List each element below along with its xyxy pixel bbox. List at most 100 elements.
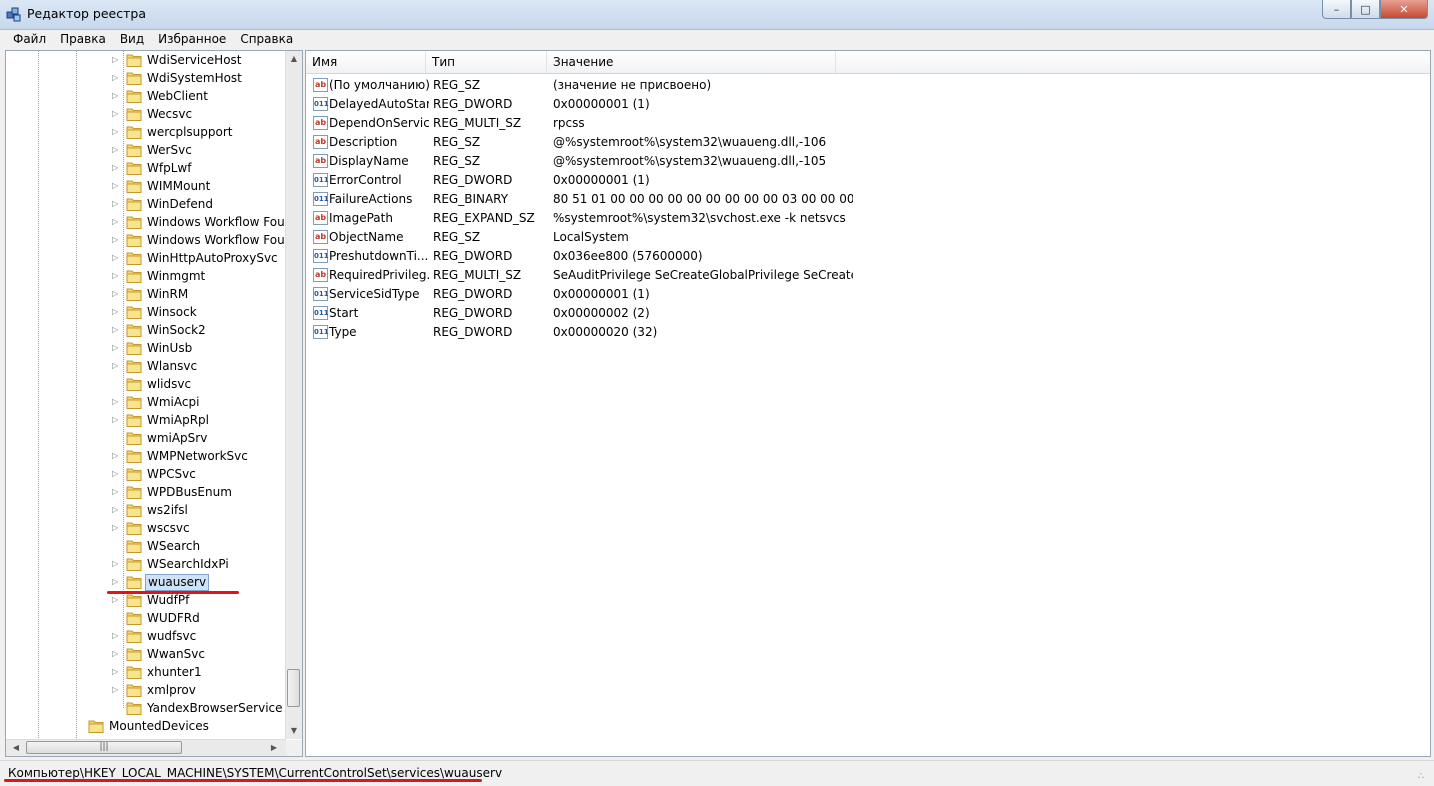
expand-arrow-icon[interactable]: ▷ [112, 51, 122, 69]
tree-item[interactable]: ▷ WmiAcpi [6, 393, 276, 411]
menu-file[interactable]: Файл [0, 30, 53, 48]
expand-arrow-icon[interactable]: ▷ [112, 159, 122, 177]
expand-arrow-icon[interactable]: ▷ [112, 87, 122, 105]
expand-arrow-icon[interactable]: ▷ [112, 285, 122, 303]
tree-vertical-scrollbar[interactable]: ▲ ▼ [285, 51, 302, 739]
expand-arrow-icon[interactable]: ▷ [112, 627, 122, 645]
tree-item[interactable]: ▷ WinUsb [6, 339, 276, 357]
expand-arrow-icon[interactable]: ▷ [112, 303, 122, 321]
list-item[interactable]: ab (По умолчанию) REG_SZ (значение не присв… [306, 76, 1426, 95]
tree-item[interactable]: ▷ WdiSystemHost [6, 69, 276, 87]
tree-item[interactable]: ▷ WinRM [6, 285, 276, 303]
list-item[interactable]: 011 Start REG_DWORD 0x00000002 (2) [306, 304, 1426, 323]
list-item[interactable]: 011 FailureActions REG_BINARY 80 51 01 00 0… [306, 190, 1426, 209]
expand-arrow-icon[interactable]: ▷ [112, 123, 122, 141]
expand-arrow-icon[interactable]: ▷ [112, 411, 122, 429]
expand-arrow-icon[interactable]: ▷ [112, 645, 122, 663]
column-header-name[interactable]: Имя [306, 51, 426, 73]
expand-arrow-icon[interactable]: ▷ [112, 267, 122, 285]
tree-item[interactable]: ▷ Windows Workflow Found [6, 231, 300, 249]
tree-item[interactable]: ▷ WSearchIdxPi [6, 555, 276, 573]
expand-arrow-icon[interactable]: ▷ [112, 483, 122, 501]
tree-item[interactable]: ▷ wscsvc [6, 519, 276, 537]
scroll-down-icon[interactable]: ▼ [286, 723, 302, 739]
tree-item[interactable]: ▷ WPCSvc [6, 465, 276, 483]
expand-arrow-icon[interactable]: ▷ [112, 321, 122, 339]
tree-item[interactable]: ▷ WPDBusEnum [6, 483, 276, 501]
tree-item[interactable]: ▷ ws2ifsl [6, 501, 276, 519]
expand-arrow-icon[interactable]: ▷ [112, 357, 122, 375]
minimize-button[interactable]: – [1322, 0, 1351, 19]
list-item[interactable]: ab DependOnService REG_MULTI_SZ rpcss [306, 114, 1426, 133]
expand-arrow-icon[interactable]: ▷ [112, 681, 122, 699]
tree-item[interactable]: ▷ xhunter1 [6, 663, 276, 681]
tree-item[interactable]: ▷ WebClient [6, 87, 276, 105]
list-item[interactable]: ab DisplayName REG_SZ @%systemroot%\system3… [306, 152, 1426, 171]
tree-item[interactable]: ▷ WdiServiceHost [6, 51, 276, 69]
menu-edit[interactable]: Правка [53, 30, 113, 48]
tree-item[interactable]: ▷ WwanSvc [6, 645, 276, 663]
expand-arrow-icon[interactable]: ▷ [112, 393, 122, 411]
values-list-pane[interactable]: Имя Тип Значение ab (По умолчанию) REG_SZ(… [305, 50, 1431, 757]
list-item[interactable]: ab ObjectName REG_SZ LocalSystem [306, 228, 1426, 247]
expand-arrow-icon[interactable]: ▷ [112, 195, 122, 213]
list-item[interactable]: ab ImagePath REG_EXPAND_SZ %systemroot%\sys… [306, 209, 1426, 228]
tree-item[interactable]: ▷ WinDefend [6, 195, 276, 213]
expand-arrow-icon[interactable]: ▷ [112, 519, 122, 537]
list-item[interactable]: 011 PreshutdownTi... REG_DWORD 0x036ee800 (… [306, 247, 1426, 266]
tree-item[interactable]: ▷ Winsock [6, 303, 276, 321]
tree-item[interactable]: ▷ WMPNetworkSvc [6, 447, 276, 465]
tree-item[interactable]: ▷ wercplsupport [6, 123, 276, 141]
tree-item[interactable]: wmiApSrv [6, 429, 276, 447]
expand-arrow-icon[interactable]: ▷ [112, 555, 122, 573]
expand-arrow-icon[interactable]: ▷ [112, 213, 122, 231]
tree-item[interactable]: WSearch [6, 537, 276, 555]
tree-item[interactable]: ▷ WinHttpAutoProxySvc [6, 249, 278, 267]
tree-item[interactable]: WUDFRd [6, 609, 276, 627]
list-item[interactable]: ab Description REG_SZ @%systemroot%\system3… [306, 133, 1426, 152]
tree-item[interactable]: wlidsvc [6, 375, 276, 393]
tree-item-mounted-devices[interactable]: MountedDevices [6, 717, 276, 735]
tree-item[interactable]: ▷ WmiApRpl [6, 411, 276, 429]
tree-item[interactable]: ▷ Winmgmt [6, 267, 276, 285]
list-item[interactable]: 011 ErrorControl REG_DWORD 0x00000001 (1) [306, 171, 1426, 190]
expand-arrow-icon[interactable]: ▷ [112, 177, 122, 195]
expand-arrow-icon[interactable]: ▷ [112, 105, 122, 123]
expand-arrow-icon[interactable]: ▷ [112, 501, 122, 519]
tree-item[interactable]: ▷ xmlprov [6, 681, 276, 699]
tree-item[interactable]: ▷ WinSock2 [6, 321, 276, 339]
expand-arrow-icon[interactable]: ▷ [112, 465, 122, 483]
column-header-type[interactable]: Тип [426, 51, 547, 73]
close-button[interactable]: ✕ [1380, 0, 1428, 19]
tree-vertical-scroll-thumb[interactable] [287, 669, 300, 707]
expand-arrow-icon[interactable]: ▷ [112, 141, 122, 159]
list-item[interactable]: 011 Type REG_DWORD 0x00000020 (32) [306, 323, 1426, 342]
menu-favorites[interactable]: Избранное [151, 30, 233, 48]
tree-item[interactable]: ▷ WfpLwf [6, 159, 276, 177]
expand-arrow-icon[interactable]: ▷ [112, 573, 122, 591]
column-header-value[interactable]: Значение [547, 51, 836, 73]
scroll-up-icon[interactable]: ▲ [286, 51, 302, 67]
key-tree-pane[interactable]: ▷ WdiServiceHost ▷ WdiSystemHost ▷ WebClient ▷… [5, 50, 303, 757]
tree-item[interactable]: ▷ wuauserv [6, 573, 276, 591]
menu-view[interactable]: Вид [113, 30, 151, 48]
tree-item[interactable]: ▷ WerSvc [6, 141, 276, 159]
tree-item[interactable]: ▷ Wecsvc [6, 105, 276, 123]
resize-grip-icon[interactable]: ∴ [1418, 771, 1430, 783]
expand-arrow-icon[interactable]: ▷ [112, 663, 122, 681]
tree-item[interactable]: ▷ WIMMount [6, 177, 276, 195]
tree-item[interactable]: ▷ wudfsvc [6, 627, 276, 645]
tree-item[interactable]: ▷ Windows Workflow Found [6, 213, 300, 231]
expand-arrow-icon[interactable]: ▷ [112, 447, 122, 465]
list-item[interactable]: ab RequiredPrivileg... REG_MULTI_SZ SeAudit… [306, 266, 1426, 285]
scroll-right-icon[interactable]: ▶ [266, 740, 282, 756]
maximize-button[interactable]: □ [1351, 0, 1380, 19]
tree-horizontal-scrollbar[interactable]: ◀ ||| ▶ [6, 739, 286, 756]
scroll-left-icon[interactable]: ◀ [8, 740, 24, 756]
expand-arrow-icon[interactable]: ▷ [112, 69, 122, 87]
tree-item[interactable]: ▷ Wlansvc [6, 357, 276, 375]
tree-item[interactable]: YandexBrowserService [6, 699, 283, 717]
expand-arrow-icon[interactable]: ▷ [112, 231, 122, 249]
list-item[interactable]: 011 DelayedAutoStart REG_DWORD 0x00000001 (… [306, 95, 1426, 114]
tree-horizontal-scroll-thumb[interactable]: ||| [26, 741, 182, 754]
